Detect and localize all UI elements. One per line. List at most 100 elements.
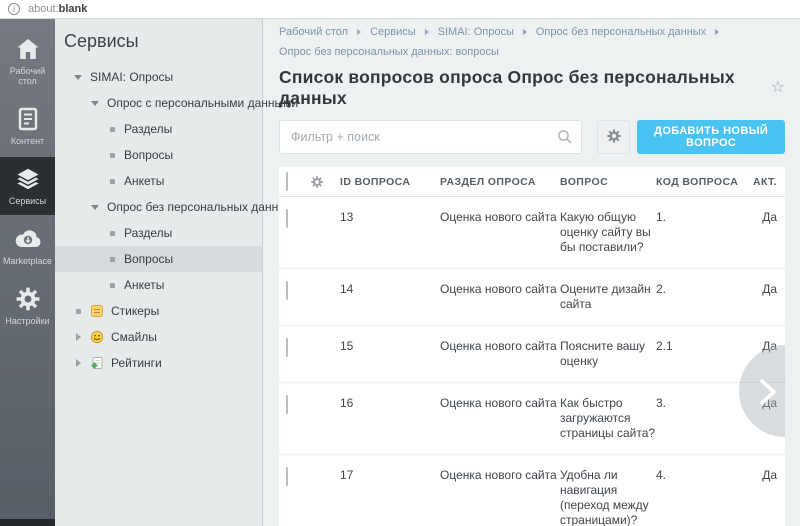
menu-item-label: Вопросы — [124, 252, 173, 266]
app-body: Рабочий стол Контент Сервисы Marketplace Нас… — [0, 19, 800, 526]
breadcrumb: Рабочий стол Сервисы SIMAI: Опросы Опрос бе… — [279, 26, 785, 38]
menu-item-label: Разделы — [124, 226, 172, 240]
home-icon — [2, 35, 53, 63]
bullet-icon — [107, 283, 117, 288]
chevron-right-icon — [715, 29, 719, 35]
gear-icon — [2, 285, 53, 313]
menu-item[interactable]: Анкеты — [55, 272, 262, 298]
table-row: 13Оценка нового сайтаКакую общую оценку … — [279, 197, 785, 268]
menu-item-label: Смайлы — [111, 330, 157, 344]
table-row: 17Оценка нового сайтаУдобна ли навигация… — [279, 454, 785, 526]
filter-search-input[interactable] — [279, 120, 582, 154]
column-header-id[interactable]: ID ВОПРОСА — [340, 176, 440, 188]
cell-poll-section: Оценка нового сайта — [440, 210, 560, 225]
rail-item-content[interactable]: Контент — [0, 97, 55, 155]
column-header-section[interactable]: РАЗДЕЛ ОПРОСА — [440, 176, 560, 188]
rail-item-label: Настройки — [2, 316, 53, 326]
menu-item[interactable]: Анкеты — [55, 168, 262, 194]
table-row: 15Оценка нового сайтаПоясните вашу оценк… — [279, 325, 785, 382]
row-checkbox[interactable] — [286, 467, 288, 486]
smiley-icon — [90, 330, 104, 344]
cell-question-text: Как быстро загружаются страницы сайта? — [560, 396, 656, 441]
row-checkbox[interactable] — [286, 281, 288, 300]
toolbar: ДОБАВИТЬ НОВЫЙ ВОПРОС — [279, 120, 785, 154]
expand-tree-icon[interactable] — [73, 359, 83, 367]
chevron-right-icon — [523, 29, 527, 35]
layers-icon — [2, 165, 53, 193]
search-icon — [557, 129, 573, 150]
collapse-tree-icon[interactable] — [90, 101, 100, 106]
gear-icon — [606, 128, 622, 147]
breadcrumb-link[interactable]: SIMAI: Опросы — [438, 26, 514, 38]
menu-item[interactable]: Смайлы — [55, 324, 262, 350]
menu-item[interactable]: SIMAI: Опросы — [55, 64, 262, 90]
menu-item[interactable]: Опрос без персональных данных — [55, 194, 262, 220]
menu-item[interactable]: Вопросы — [55, 142, 262, 168]
url-host: blank — [59, 3, 88, 15]
questions-grid: ID ВОПРОСА РАЗДЕЛ ОПРОСА ВОПРОС КОД ВОПР… — [279, 167, 785, 526]
collapse-tree-icon[interactable] — [90, 205, 100, 210]
menu-item[interactable]: Рейтинги — [55, 350, 262, 376]
cell-active-flag: Да — [748, 210, 777, 225]
bullet-icon — [107, 179, 117, 184]
browser-address-bar[interactable]: i about:blank — [0, 0, 800, 19]
chevron-right-icon — [425, 29, 429, 35]
rating-icon — [90, 356, 104, 370]
filter-box — [279, 120, 582, 154]
menu-item[interactable]: Разделы — [55, 220, 262, 246]
cell-question-text: Какую общую оценку сайту вы бы поставили… — [560, 210, 656, 255]
grid-header-row: ID ВОПРОСА РАЗДЕЛ ОПРОСА ВОПРОС КОД ВОПР… — [279, 167, 785, 197]
column-settings-gear-icon[interactable] — [310, 175, 340, 189]
breadcrumb-link[interactable]: Опрос без персональных данных — [536, 26, 706, 38]
expand-tree-icon[interactable] — [73, 333, 83, 341]
row-checkbox[interactable] — [286, 338, 288, 357]
cell-question-code: 4. — [656, 468, 748, 483]
cell-question-text: Поясните вашу оценку — [560, 339, 656, 369]
rail-item-label: Сервисы — [2, 196, 53, 206]
menu-item[interactable]: Разделы — [55, 116, 262, 142]
chevron-right-icon — [357, 29, 361, 35]
cell-poll-section: Оценка нового сайта — [440, 282, 560, 297]
bullet-icon — [107, 257, 117, 262]
breadcrumb-link[interactable]: Рабочий стол — [279, 26, 348, 38]
cell-question-id: 16 — [340, 396, 440, 411]
cell-poll-section: Оценка нового сайта — [440, 468, 560, 483]
url-text: about:blank — [28, 3, 87, 15]
grid-settings-button[interactable] — [597, 120, 630, 154]
menu-item[interactable]: Стикеры — [55, 298, 262, 324]
rail-item-label: Рабочий стол — [2, 66, 53, 86]
menu-item[interactable]: Вопросы — [55, 246, 262, 272]
services-menu-panel: Сервисы SIMAI: Опросы Опрос с персональны… — [55, 19, 263, 526]
menu-item[interactable]: Опрос с персональными данными — [55, 90, 262, 116]
document-icon — [2, 105, 53, 133]
cell-question-code: 1. — [656, 210, 748, 225]
screen: i about:blank Рабочий столКонтентСервисы… — [0, 0, 800, 526]
select-all-checkbox[interactable] — [286, 172, 288, 191]
row-checkbox[interactable] — [286, 209, 288, 228]
cell-question-id: 15 — [340, 339, 440, 354]
rail-item-label: Контент — [2, 136, 53, 146]
rail-item-services[interactable]: Сервисы — [0, 157, 55, 215]
rail-item-label: Marketplace — [2, 256, 53, 266]
row-checkbox[interactable] — [286, 395, 288, 414]
column-header-active[interactable]: АКТ. — [748, 176, 777, 188]
favorite-star-icon[interactable]: ☆ — [771, 80, 785, 96]
rail-item-marketplace[interactable]: Marketplace — [0, 217, 55, 275]
cell-question-text: Удобна ли навигация (переход между стран… — [560, 468, 656, 526]
cell-question-id: 14 — [340, 282, 440, 297]
rail-item-desktop[interactable]: Рабочий стол — [0, 27, 55, 95]
bullet-icon — [73, 309, 83, 314]
cell-question-code: 2.1 — [656, 339, 748, 354]
column-header-question[interactable]: ВОПРОС — [560, 176, 656, 188]
breadcrumb-link[interactable]: Сервисы — [370, 26, 416, 38]
rail-item-settings[interactable]: Настройки — [0, 277, 55, 335]
column-header-code[interactable]: КОД ВОПРОСА — [656, 176, 748, 188]
cell-question-code: 3. — [656, 396, 748, 411]
title-row: Список вопросов опроса Опрос без персона… — [279, 67, 785, 109]
panel-title: Сервисы — [55, 31, 262, 52]
collapse-tree-icon[interactable] — [73, 75, 83, 80]
left-icon-rail: Рабочий стол Контент Сервисы Marketplace Нас… — [0, 19, 55, 526]
menu-item-label: SIMAI: Опросы — [90, 70, 173, 84]
cell-question-id: 17 — [340, 468, 440, 483]
add-question-button[interactable]: ДОБАВИТЬ НОВЫЙ ВОПРОС — [637, 120, 785, 154]
